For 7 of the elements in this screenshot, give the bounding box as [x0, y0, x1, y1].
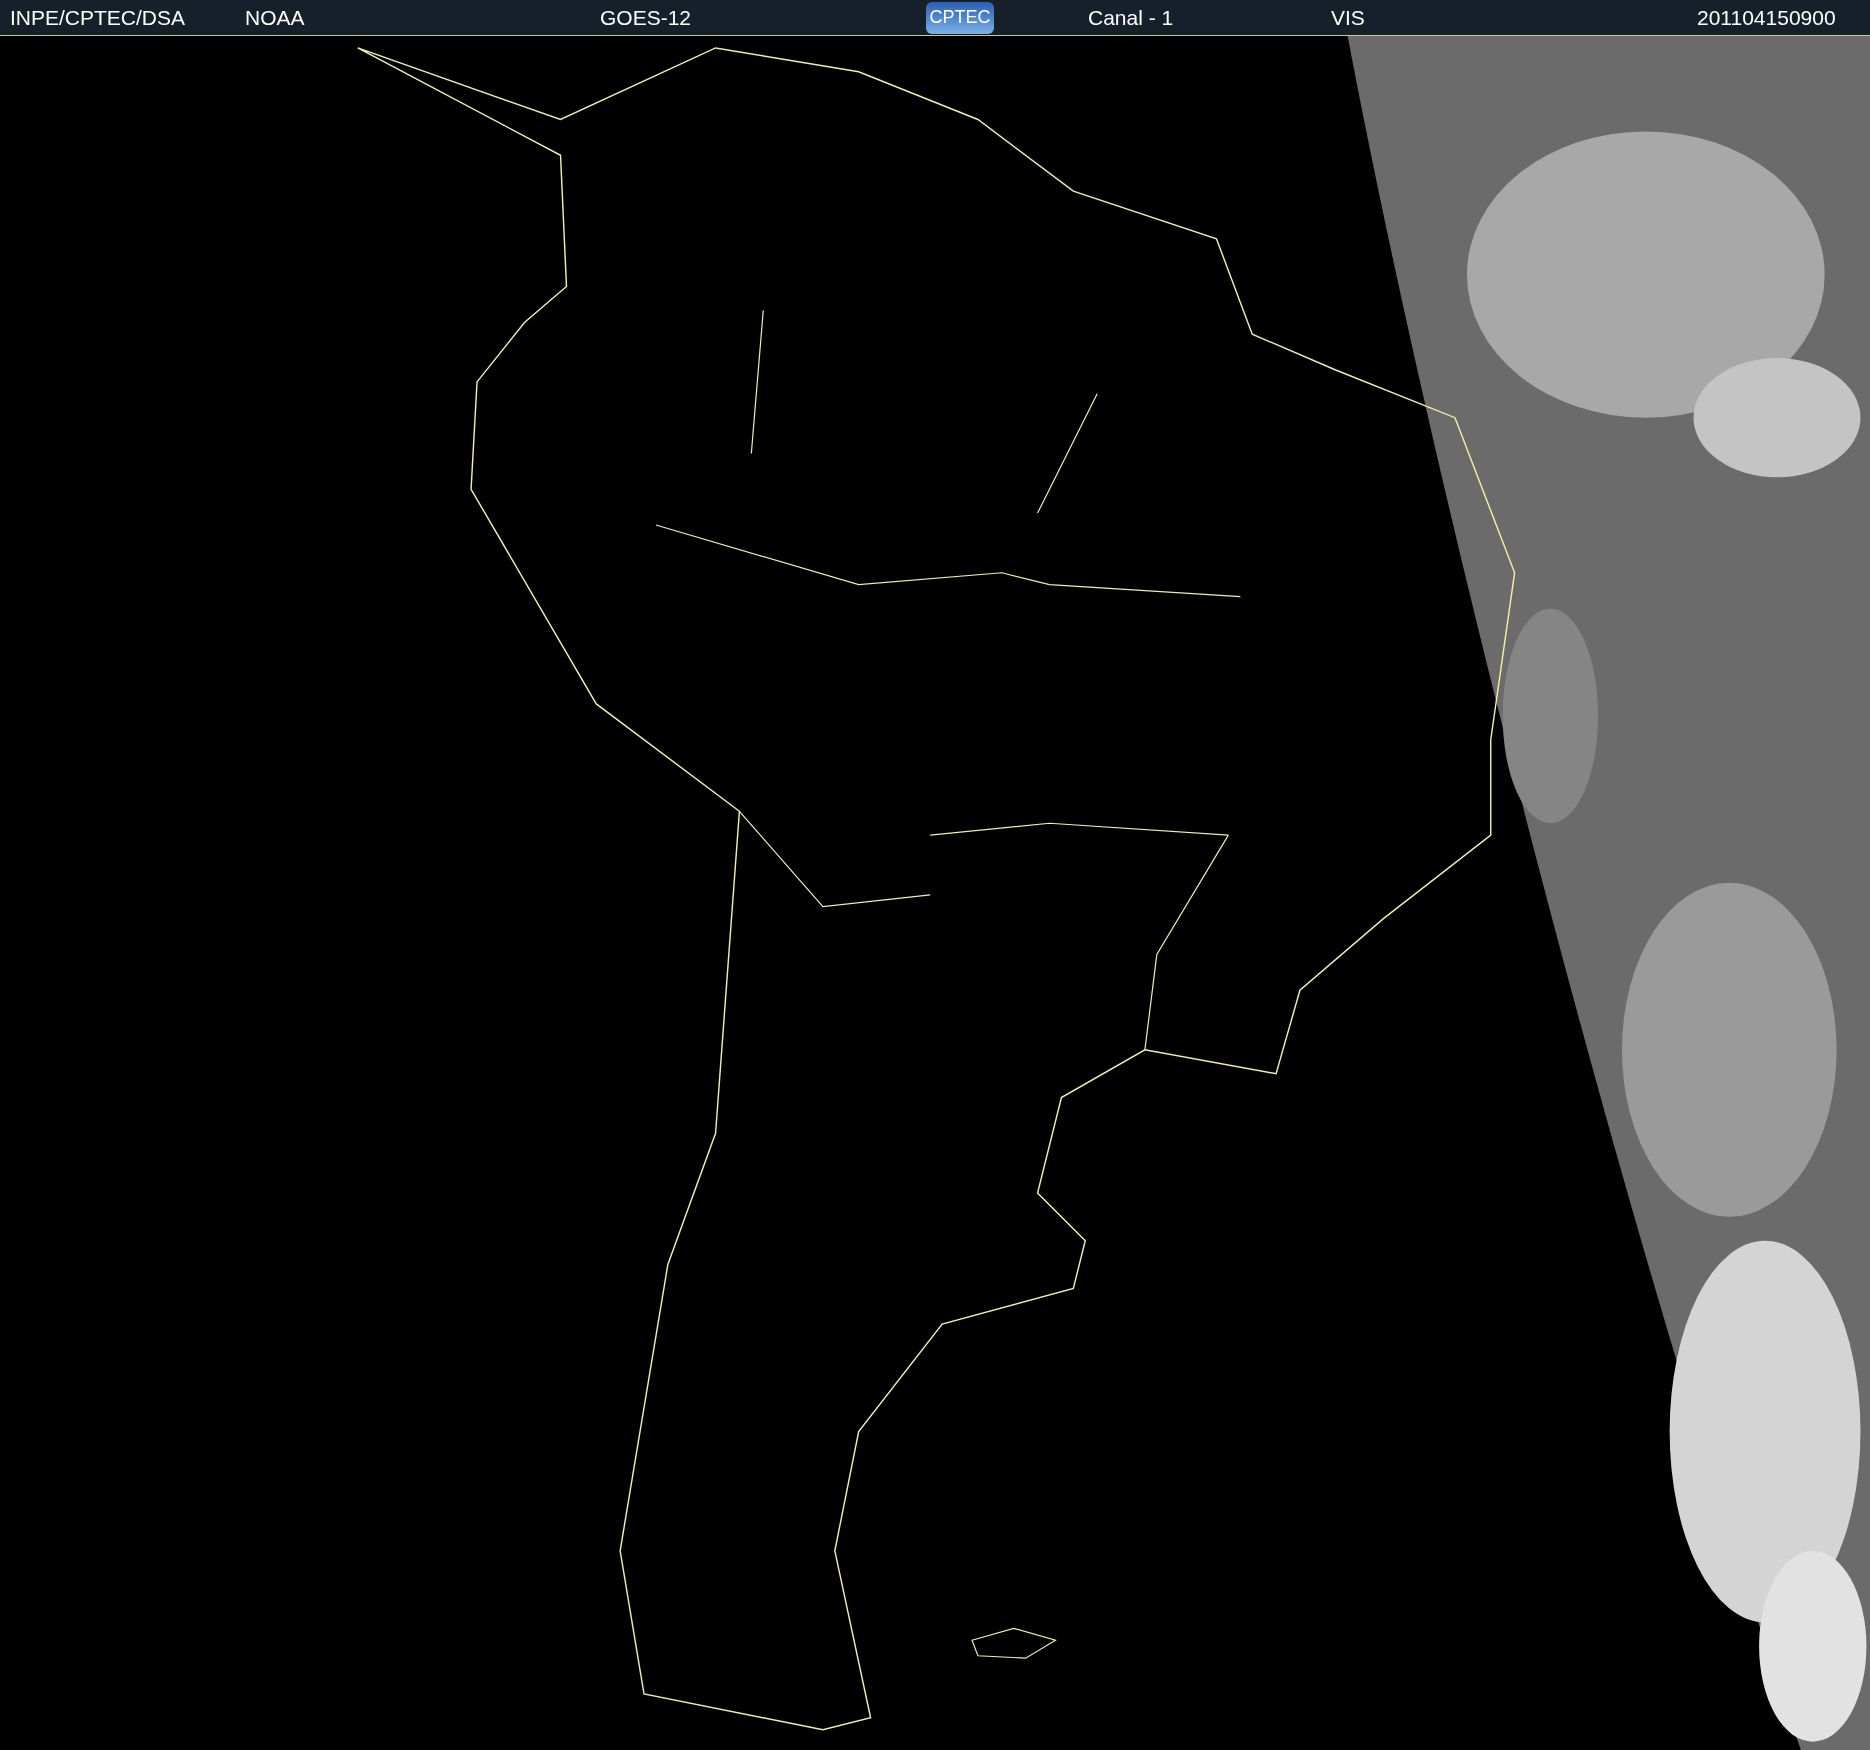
band-label: VIS	[1331, 5, 1366, 30]
satellite-label: GOES-12	[600, 5, 693, 30]
timestamp-label: 201104150900	[1697, 5, 1836, 30]
channel-label: Canal - 1	[1088, 5, 1175, 30]
source-label: INPE/CPTEC/DSA	[10, 5, 187, 30]
logo: CPTEC	[926, 1, 994, 34]
agency-label: NOAA	[245, 5, 306, 30]
